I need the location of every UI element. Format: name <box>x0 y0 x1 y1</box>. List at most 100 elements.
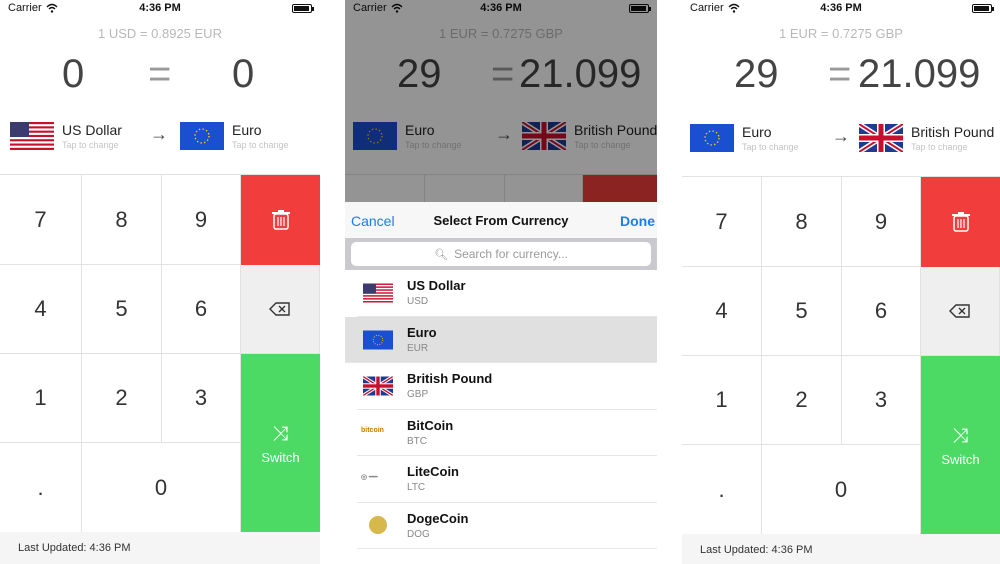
search-placeholder: Search for currency... <box>454 247 568 261</box>
status-time: 4:36 PM <box>139 2 181 14</box>
equals-sign: = <box>148 52 172 96</box>
key-5[interactable]: 5 <box>82 265 162 354</box>
eu-flag-icon <box>363 330 393 350</box>
key-9[interactable]: 9 <box>162 175 241 265</box>
key-6[interactable]: 6 <box>162 265 241 354</box>
status-bar: Carrier 4:36 PM <box>682 0 1000 18</box>
status-bar: Carrier 4:36 PM <box>0 0 320 18</box>
converter-screen-eur: Carrier 4:36 PM 1 EUR = 0.7275 GBP 29 = … <box>682 0 1000 564</box>
from-currency-name: Euro <box>742 124 772 140</box>
currency-item-ltc[interactable]: ◎ ━━ LiteCoin LTC <box>357 456 657 503</box>
to-amount[interactable]: 21.099 <box>858 52 980 97</box>
exchange-rate: 1 EUR = 0.7275 GBP <box>779 26 903 41</box>
uk-flag-icon <box>859 124 903 152</box>
search-input[interactable]: 🔍︎ Search for currency... <box>351 242 651 266</box>
exchange-rate: 1 USD = 0.8925 EUR <box>98 26 222 41</box>
status-time: 4:36 PM <box>820 2 862 14</box>
backspace-button[interactable] <box>241 265 320 354</box>
currency-code: GBP <box>407 389 429 400</box>
last-updated: Last Updated: 4:36 PM <box>0 532 320 564</box>
key-decimal[interactable]: . <box>682 445 762 535</box>
us-flag-icon <box>363 283 393 303</box>
delete-button[interactable] <box>241 175 320 265</box>
picker-title: Select From Currency <box>433 213 569 228</box>
currency-name: LiteCoin <box>407 464 459 479</box>
done-button[interactable]: Done <box>620 213 655 229</box>
key-4[interactable]: 4 <box>682 267 762 356</box>
dogecoin-logo-icon <box>369 515 387 534</box>
currency-item-doge[interactable]: DogeCoin DOG <box>357 503 657 549</box>
currency-item-usd[interactable]: US Dollar USD <box>357 270 657 317</box>
to-currency-name: Euro <box>232 122 262 138</box>
currency-list: US Dollar USD Euro EUR British Pound GBP… <box>345 270 657 564</box>
currency-name: US Dollar <box>407 278 466 293</box>
shuffle-icon: ⤨ <box>272 422 289 445</box>
litecoin-logo-icon: ◎ ━━ <box>361 474 378 481</box>
key-4[interactable]: 4 <box>0 265 82 354</box>
key-3[interactable]: 3 <box>162 354 241 443</box>
key-decimal[interactable]: . <box>0 443 82 533</box>
key-9[interactable]: 9 <box>842 177 921 267</box>
from-currency-name: US Dollar <box>62 122 122 138</box>
currency-item-gbp[interactable]: British Pound GBP <box>357 363 657 410</box>
dim-overlay[interactable] <box>345 0 657 202</box>
currency-name: Euro <box>407 324 437 340</box>
currency-item-btc[interactable]: bitcoin BitCoin BTC <box>357 410 657 456</box>
currency-code: DOG <box>407 528 430 540</box>
eu-flag-icon <box>180 122 224 150</box>
currency-item-eur[interactable]: Euro EUR <box>345 316 657 363</box>
keypad: 7 8 9 4 5 6 1 2 3 ⤨ Switch . 0 <box>0 174 320 533</box>
arrow-right-icon: → <box>832 126 850 146</box>
equals-sign: = <box>828 52 852 96</box>
key-7[interactable]: 7 <box>682 177 762 267</box>
us-flag-icon <box>10 122 54 150</box>
shuffle-icon: ⤨ <box>952 424 969 447</box>
to-currency-hint: Tap to change <box>232 140 289 150</box>
from-amount[interactable]: 29 <box>734 52 779 97</box>
currency-name: British Pound <box>407 371 493 386</box>
switch-button[interactable]: ⤨ Switch <box>241 354 320 533</box>
delete-button[interactable] <box>921 177 1000 267</box>
key-1[interactable]: 1 <box>682 356 762 445</box>
key-2[interactable]: 2 <box>762 356 842 445</box>
key-3[interactable]: 3 <box>842 356 921 445</box>
currency-code: USD <box>407 296 429 307</box>
key-0[interactable]: 0 <box>762 445 921 535</box>
currency-name: DogeCoin <box>407 510 469 526</box>
key-0[interactable]: 0 <box>82 443 241 533</box>
bitcoin-logo-icon: bitcoin <box>361 426 384 434</box>
key-2[interactable]: 2 <box>82 354 162 443</box>
currency-code: LTC <box>407 482 426 493</box>
backspace-button[interactable] <box>921 267 1000 356</box>
key-8[interactable]: 8 <box>82 175 162 265</box>
to-amount[interactable]: 0 <box>232 52 254 97</box>
key-7[interactable]: 7 <box>0 175 82 265</box>
key-6[interactable]: 6 <box>842 267 921 356</box>
backspace-icon <box>949 304 970 318</box>
trash-icon <box>271 210 290 230</box>
converter-screen-usd: Carrier 4:36 PM 1 USD = 0.8925 EUR 0 = 0… <box>0 0 320 564</box>
key-8[interactable]: 8 <box>762 177 842 267</box>
battery-icon <box>972 4 994 13</box>
switch-button[interactable]: ⤨ Switch <box>921 356 1000 535</box>
keypad: 7 8 9 4 5 6 1 2 3 ⤨ Switch . 0 <box>682 176 1000 535</box>
currency-selector-row: US Dollar Tap to change → Euro Tap to ch… <box>0 118 320 158</box>
battery-icon <box>292 4 314 13</box>
backspace-icon <box>269 302 290 316</box>
eu-flag-icon <box>690 124 734 152</box>
search-bar: 🔍︎ Search for currency... <box>345 238 657 270</box>
key-5[interactable]: 5 <box>762 267 842 356</box>
currency-code: BTC <box>407 435 427 447</box>
picker-header: Cancel Select From Currency Done <box>345 202 657 238</box>
key-1[interactable]: 1 <box>0 354 82 443</box>
currency-picker-sheet: Cancel Select From Currency Done 🔍︎ Sear… <box>345 202 657 564</box>
uk-flag-icon <box>363 376 393 396</box>
switch-label: Switch <box>261 449 300 465</box>
to-currency-name: British Pound <box>911 124 995 140</box>
from-currency-hint: Tap to change <box>742 142 799 152</box>
from-amount[interactable]: 0 <box>62 52 84 97</box>
arrow-right-icon: → <box>150 124 168 144</box>
currency-name: BitCoin <box>407 417 454 433</box>
currency-picker-screen: Carrier 4:36 PM 1 EUR = 0.7275 GBP 29 = … <box>345 0 657 564</box>
from-currency-hint: Tap to change <box>62 140 119 150</box>
